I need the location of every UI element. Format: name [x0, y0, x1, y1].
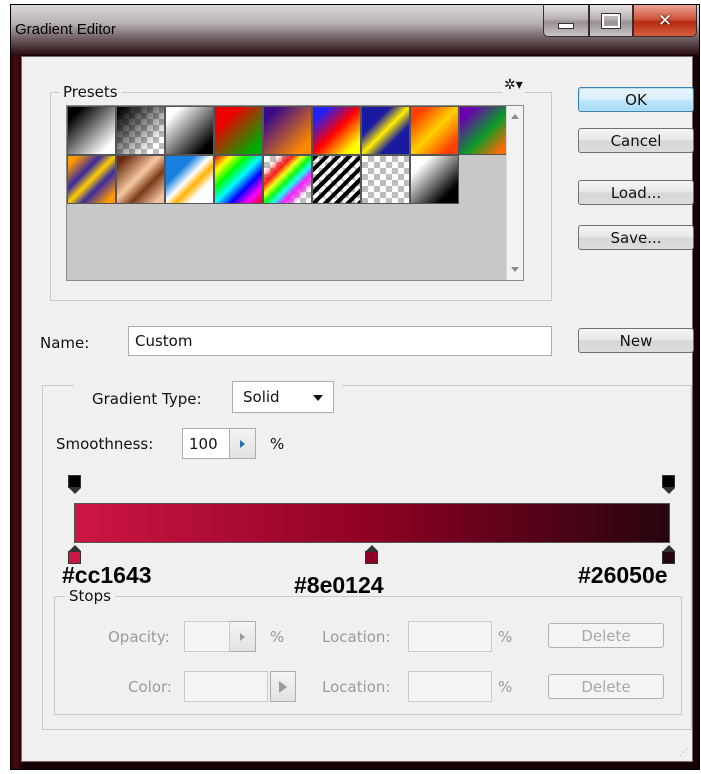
smoothness-input[interactable]: 100 — [182, 428, 230, 459]
caret-right-icon — [240, 632, 245, 641]
load-button[interactable]: Load... — [578, 180, 694, 205]
chevron-down-icon — [313, 395, 323, 401]
caret-right-icon — [279, 680, 287, 693]
opacity-location-input[interactable] — [408, 621, 492, 652]
presets-menu-button[interactable]: ✲▾ — [502, 77, 525, 93]
maximize-icon — [601, 12, 621, 29]
preset-swatch[interactable] — [361, 106, 410, 155]
title-bar[interactable]: Gradient Editor ✕ — [11, 5, 699, 55]
opacity-stop-swatch — [68, 475, 81, 488]
save-button[interactable]: Save... — [578, 225, 694, 250]
minimize-icon — [558, 22, 574, 29]
gear-icon: ✲▾ — [504, 77, 523, 93]
preset-swatch[interactable] — [312, 106, 361, 155]
opacity-location-label: Location: — [322, 628, 391, 646]
opacity-location-unit: % — [498, 628, 513, 646]
preset-swatch[interactable] — [410, 106, 459, 155]
presets-list[interactable] — [66, 105, 524, 281]
close-icon: ✕ — [657, 10, 673, 31]
preset-swatch[interactable] — [116, 106, 165, 155]
stops-legend: Stops — [69, 587, 111, 605]
opacity-unit: % — [270, 628, 285, 646]
preset-swatch[interactable] — [263, 155, 312, 204]
gradient-type-label: Gradient Type: — [92, 390, 202, 408]
preset-swatch[interactable] — [459, 106, 508, 155]
caret-right-icon — [240, 439, 245, 448]
color-stop-label-left: #cc1643 — [62, 562, 152, 588]
preset-swatch[interactable] — [67, 106, 116, 155]
color-swatch-field[interactable] — [184, 671, 268, 702]
presets-legend: Presets — [63, 83, 118, 101]
close-button[interactable]: ✕ — [633, 5, 697, 37]
preset-swatch[interactable] — [116, 155, 165, 204]
smoothness-stepper[interactable] — [230, 428, 256, 459]
color-location-label: Location: — [322, 678, 391, 696]
preset-swatch[interactable] — [165, 106, 214, 155]
preset-swatch[interactable] — [361, 155, 410, 204]
presets-scrollbar[interactable] — [506, 106, 523, 280]
opacity-stepper[interactable] — [230, 621, 256, 652]
minimize-button[interactable] — [543, 5, 589, 37]
smoothness-unit: % — [270, 435, 285, 453]
opacity-stop-right[interactable] — [662, 475, 675, 494]
preset-swatch[interactable] — [410, 155, 459, 204]
opacity-delete-button[interactable]: Delete — [548, 623, 664, 648]
color-picker-button[interactable] — [270, 671, 296, 702]
color-location-input[interactable] — [408, 671, 492, 702]
smoothness-label: Smoothness: — [56, 435, 154, 453]
preset-swatch[interactable] — [312, 155, 361, 204]
color-midpoint-stop[interactable] — [365, 545, 378, 564]
name-input[interactable]: Custom — [128, 326, 552, 356]
scroll-down-icon[interactable] — [511, 267, 519, 272]
ok-button[interactable]: OK — [578, 87, 694, 112]
color-label: Color: — [128, 678, 172, 696]
gradient-preview-bar[interactable] — [74, 503, 670, 543]
preset-swatch[interactable] — [263, 106, 312, 155]
window-title: Gradient Editor — [15, 21, 116, 38]
preset-swatch[interactable] — [165, 155, 214, 204]
gradient-type-select[interactable]: Solid — [232, 381, 334, 413]
color-stop-swatch — [365, 551, 378, 564]
preset-swatch[interactable] — [214, 155, 263, 204]
color-stop-label-middle: #8e0124 — [294, 572, 384, 598]
scroll-up-icon[interactable] — [511, 114, 519, 119]
dialog-client-area: Presets ✲▾ OK Cancel Load... Save... Nam… — [21, 56, 694, 762]
new-button[interactable]: New — [578, 328, 694, 353]
opacity-input[interactable] — [184, 621, 230, 652]
opacity-stop-swatch — [662, 475, 675, 488]
opacity-label: Opacity: — [108, 628, 170, 646]
color-stop-label-right: #26050e — [578, 562, 668, 588]
color-location-unit: % — [498, 678, 513, 696]
name-label: Name: — [40, 334, 90, 352]
gradient-editor-window: Gradient Editor ✕ Presets ✲▾ OK Cancel L… — [10, 4, 700, 770]
gradient-type-value: Solid — [243, 388, 280, 406]
maximize-button[interactable] — [589, 5, 633, 37]
opacity-stop-left[interactable] — [68, 475, 81, 494]
color-delete-button[interactable]: Delete — [548, 674, 664, 699]
cancel-button[interactable]: Cancel — [578, 128, 694, 153]
preset-swatch[interactable] — [67, 155, 116, 204]
preset-swatch[interactable] — [214, 106, 263, 155]
resize-grip-icon[interactable]: ⋰ — [679, 748, 689, 758]
